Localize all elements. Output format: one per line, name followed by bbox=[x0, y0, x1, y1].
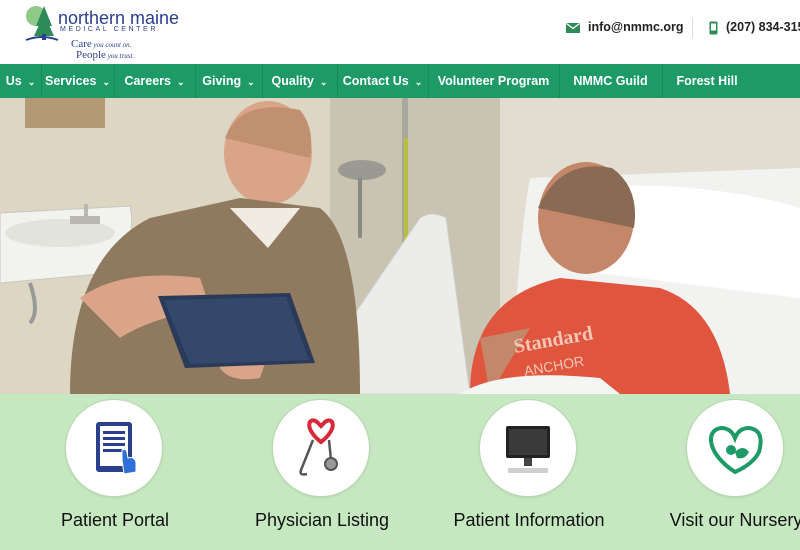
phone-icon bbox=[709, 21, 718, 35]
chevron-down-icon: ⌄ bbox=[414, 77, 423, 87]
nav-label: Us bbox=[5, 74, 22, 88]
nav-item-services[interactable]: Services ⌄ bbox=[41, 64, 115, 98]
nav-label: Careers bbox=[124, 74, 172, 88]
nav-item-volunteer-program[interactable]: Volunteer Program bbox=[428, 64, 560, 98]
chevron-down-icon: ⌄ bbox=[319, 77, 328, 87]
quick-links-section: Patient Portal Physician Listing Patient… bbox=[0, 394, 800, 550]
nav-label: Contact Us bbox=[342, 74, 409, 88]
phone-link[interactable]: (207) 834-315 bbox=[709, 20, 800, 35]
hero-photo-doctor-patient: Standard ANCHOR bbox=[0, 98, 800, 394]
tablet-touch-icon bbox=[96, 422, 137, 475]
visit-nursery-tile[interactable] bbox=[687, 400, 783, 496]
email-text: info@nmmc.org bbox=[588, 20, 684, 34]
chevron-down-icon: ⌄ bbox=[177, 77, 185, 87]
email-link[interactable]: info@nmmc.org bbox=[566, 20, 684, 34]
logo-tagline-2: People you trust. bbox=[76, 49, 135, 61]
computer-monitor-icon bbox=[506, 426, 550, 473]
patient-information-tile[interactable] bbox=[480, 400, 576, 496]
nav-item-nmmc-guild[interactable]: NMMC Guild bbox=[559, 64, 663, 98]
chevron-down-icon: ⌄ bbox=[27, 77, 36, 87]
hero-image: Standard ANCHOR bbox=[0, 98, 800, 394]
nav-label: NMMC Guild bbox=[573, 74, 648, 88]
patient-information-label[interactable]: Patient Information bbox=[429, 510, 629, 531]
header-divider bbox=[692, 18, 693, 38]
stethoscope-heart-icon bbox=[299, 418, 338, 476]
nav-item-careers[interactable]: Careers ⌄ bbox=[114, 64, 196, 98]
nav-item-forest-hill[interactable]: Forest Hill bbox=[662, 64, 752, 98]
nav-item-about-us[interactable]: Us ⌄ bbox=[0, 64, 42, 98]
baby-heart-icon bbox=[709, 425, 763, 475]
nav-item-quality[interactable]: Quality ⌄ bbox=[262, 64, 338, 98]
nav-label: Volunteer Program bbox=[437, 74, 550, 88]
nav-item-giving[interactable]: Giving ⌄ bbox=[195, 64, 263, 98]
physician-listing-label[interactable]: Physician Listing bbox=[222, 510, 422, 531]
nav-label: Giving bbox=[202, 74, 242, 88]
main-nav: Us ⌄ Services ⌄ Careers ⌄ Giving ⌄ Quality ⌄ … bbox=[0, 64, 800, 98]
physician-listing-tile[interactable] bbox=[273, 400, 369, 496]
nav-label: Forest Hill bbox=[676, 74, 738, 88]
patient-portal-label[interactable]: Patient Portal bbox=[15, 510, 215, 531]
nav-label: Services bbox=[45, 74, 97, 88]
envelope-icon bbox=[566, 22, 580, 33]
logo-subtitle: MEDICAL CENTER bbox=[60, 26, 158, 33]
nav-label: Quality bbox=[271, 74, 314, 88]
chevron-down-icon: ⌄ bbox=[247, 77, 255, 87]
chevron-down-icon: ⌄ bbox=[102, 77, 110, 87]
site-header: northern maine MEDICAL CENTER Care you c… bbox=[0, 0, 800, 64]
patient-portal-tile[interactable] bbox=[66, 400, 162, 496]
tree-logo-icon bbox=[25, 6, 59, 41]
nav-item-contact-us[interactable]: Contact Us ⌄ bbox=[337, 64, 429, 98]
nmmc-logo[interactable]: northern maine MEDICAL CENTER Care you c… bbox=[24, 2, 179, 62]
phone-text: (207) 834-315 bbox=[726, 20, 800, 34]
visit-nursery-label[interactable]: Visit our Nursery bbox=[636, 510, 800, 531]
